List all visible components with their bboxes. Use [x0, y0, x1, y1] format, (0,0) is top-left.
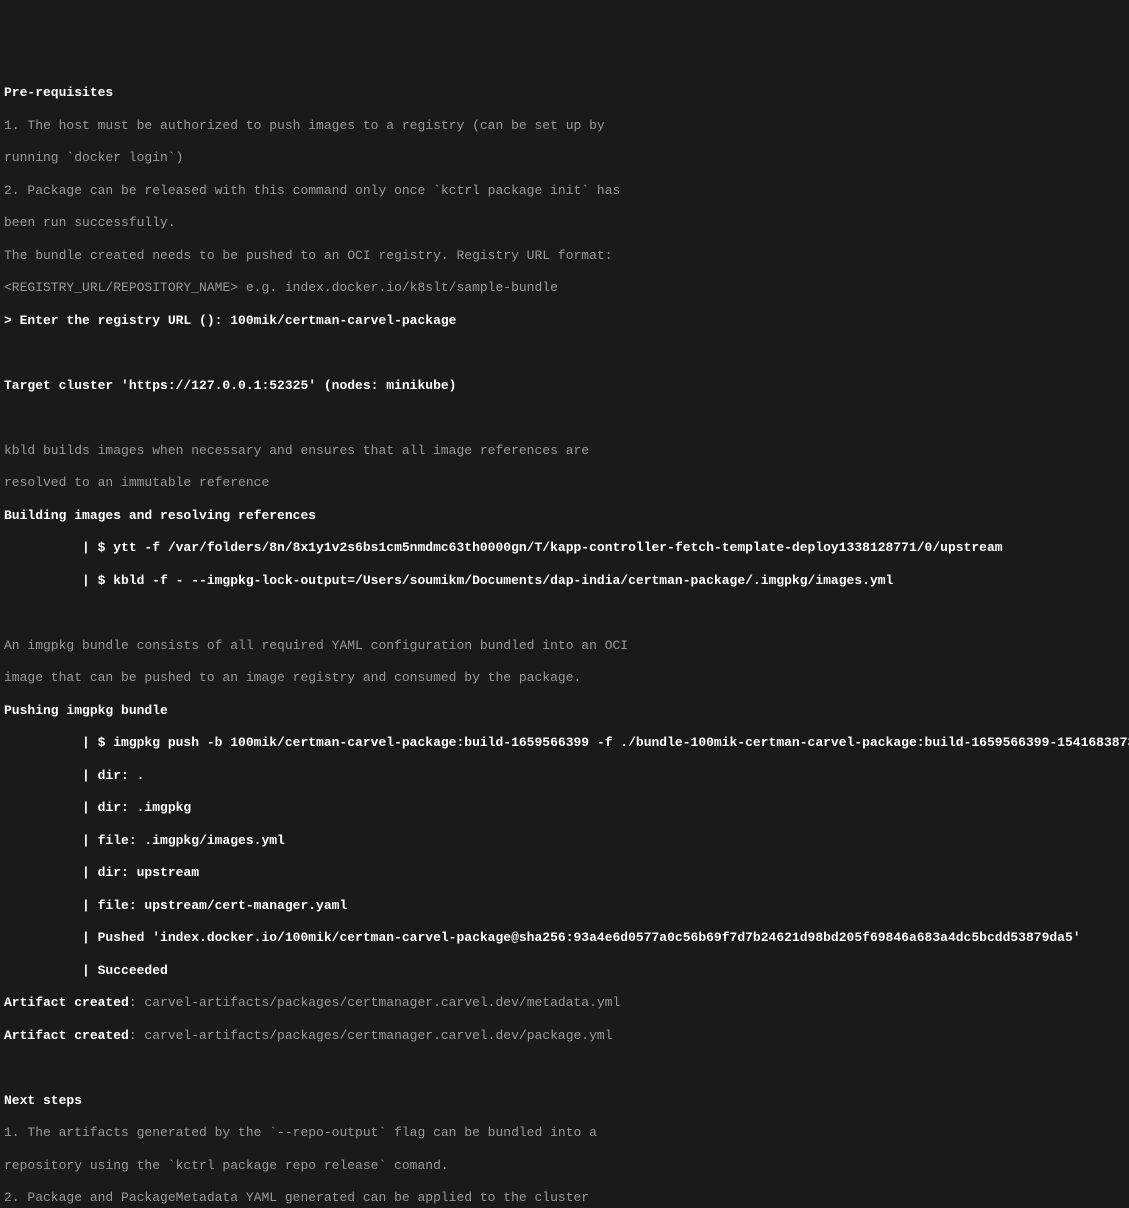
heading-prerequisites: Pre-requisites	[4, 85, 1125, 101]
heading-pushing-bundle: Pushing imgpkg bundle	[4, 703, 1125, 719]
artifact-label: Artifact created	[4, 1028, 129, 1043]
text-line: been run successfully.	[4, 215, 1125, 231]
blank-line	[4, 345, 1125, 361]
output-line: | Succeeded	[4, 963, 1125, 979]
text-line: 2. Package and PackageMetadata YAML gene…	[4, 1190, 1125, 1206]
text-line: The bundle created needs to be pushed to…	[4, 248, 1125, 264]
artifact-label: Artifact created	[4, 995, 129, 1010]
heading-building-images: Building images and resolving references	[4, 508, 1125, 524]
text-line: 1. The artifacts generated by the `--rep…	[4, 1125, 1125, 1141]
artifact-line: Artifact created: carvel-artifacts/packa…	[4, 1028, 1125, 1044]
target-cluster: Target cluster 'https://127.0.0.1:52325'…	[4, 378, 1125, 394]
text-line: resolved to an immutable reference	[4, 475, 1125, 491]
text-line: <REGISTRY_URL/REPOSITORY_NAME> e.g. inde…	[4, 280, 1125, 296]
text-line: running `docker login`)	[4, 150, 1125, 166]
artifact-path: : carvel-artifacts/packages/certmanager.…	[129, 1028, 613, 1043]
output-line: | file: .imgpkg/images.yml	[4, 833, 1125, 849]
heading-next-steps: Next steps	[4, 1093, 1125, 1109]
output-line: | dir: .imgpkg	[4, 800, 1125, 816]
text-line: image that can be pushed to an image reg…	[4, 670, 1125, 686]
command-line: | $ kbld -f - --imgpkg-lock-output=/User…	[4, 573, 1125, 589]
artifact-path: : carvel-artifacts/packages/certmanager.…	[129, 995, 620, 1010]
command-line: | $ ytt -f /var/folders/8n/8x1y1v2s6bs1c…	[4, 540, 1125, 556]
output-line: | Pushed 'index.docker.io/100mik/certman…	[4, 930, 1125, 946]
blank-line	[4, 410, 1125, 426]
blank-line	[4, 605, 1125, 621]
artifact-line: Artifact created: carvel-artifacts/packa…	[4, 995, 1125, 1011]
output-line: | dir: .	[4, 768, 1125, 784]
command-line: | $ imgpkg push -b 100mik/certman-carvel…	[4, 735, 1125, 751]
prompt-registry-url: > Enter the registry URL (): 100mik/cert…	[4, 313, 1125, 329]
text-line: kbld builds images when necessary and en…	[4, 443, 1125, 459]
output-line: | dir: upstream	[4, 865, 1125, 881]
text-line: 2. Package can be released with this com…	[4, 183, 1125, 199]
text-line: An imgpkg bundle consists of all require…	[4, 638, 1125, 654]
output-line: | file: upstream/cert-manager.yaml	[4, 898, 1125, 914]
blank-line	[4, 1060, 1125, 1076]
text-line: 1. The host must be authorized to push i…	[4, 118, 1125, 134]
terminal-output: Pre-requisites 1. The host must be autho…	[4, 69, 1125, 1208]
text-line: repository using the `kctrl package repo…	[4, 1158, 1125, 1174]
